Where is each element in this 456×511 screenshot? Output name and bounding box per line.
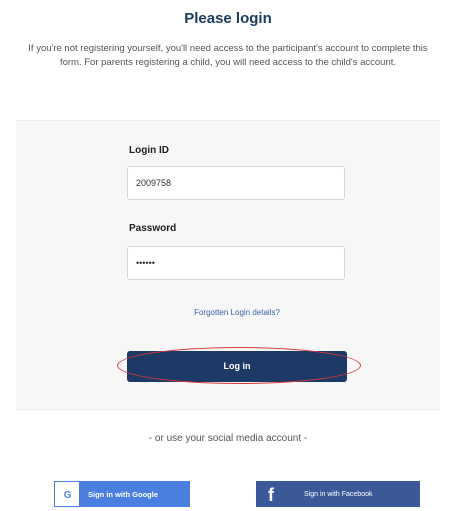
svg-text:G: G — [63, 490, 71, 501]
login-button[interactable]: Log in — [127, 351, 347, 382]
page-title: Please login — [184, 10, 272, 27]
facebook-signin-button[interactable]: f Sign in with Facebook — [256, 481, 420, 507]
facebook-button-label: Sign in with Facebook — [304, 490, 373, 498]
social-divider-text: - or use your social media account - — [148, 433, 308, 444]
password-input[interactable]: •••••• — [127, 246, 345, 280]
login-id-input[interactable]: 2009758 — [127, 166, 345, 200]
google-button-label: Sign in with Google — [88, 489, 158, 499]
google-signin-button[interactable]: G Sign in with Google — [54, 481, 190, 507]
intro-text: If you're not registering yourself, you'… — [28, 43, 428, 68]
google-icon: G — [54, 481, 80, 507]
forgot-login-link[interactable]: Forgotten Login details? — [127, 308, 347, 317]
login-id-label: Login ID — [129, 145, 169, 156]
password-label: Password — [129, 223, 177, 234]
svg-text:f: f — [268, 485, 275, 503]
facebook-icon: f — [258, 481, 284, 507]
